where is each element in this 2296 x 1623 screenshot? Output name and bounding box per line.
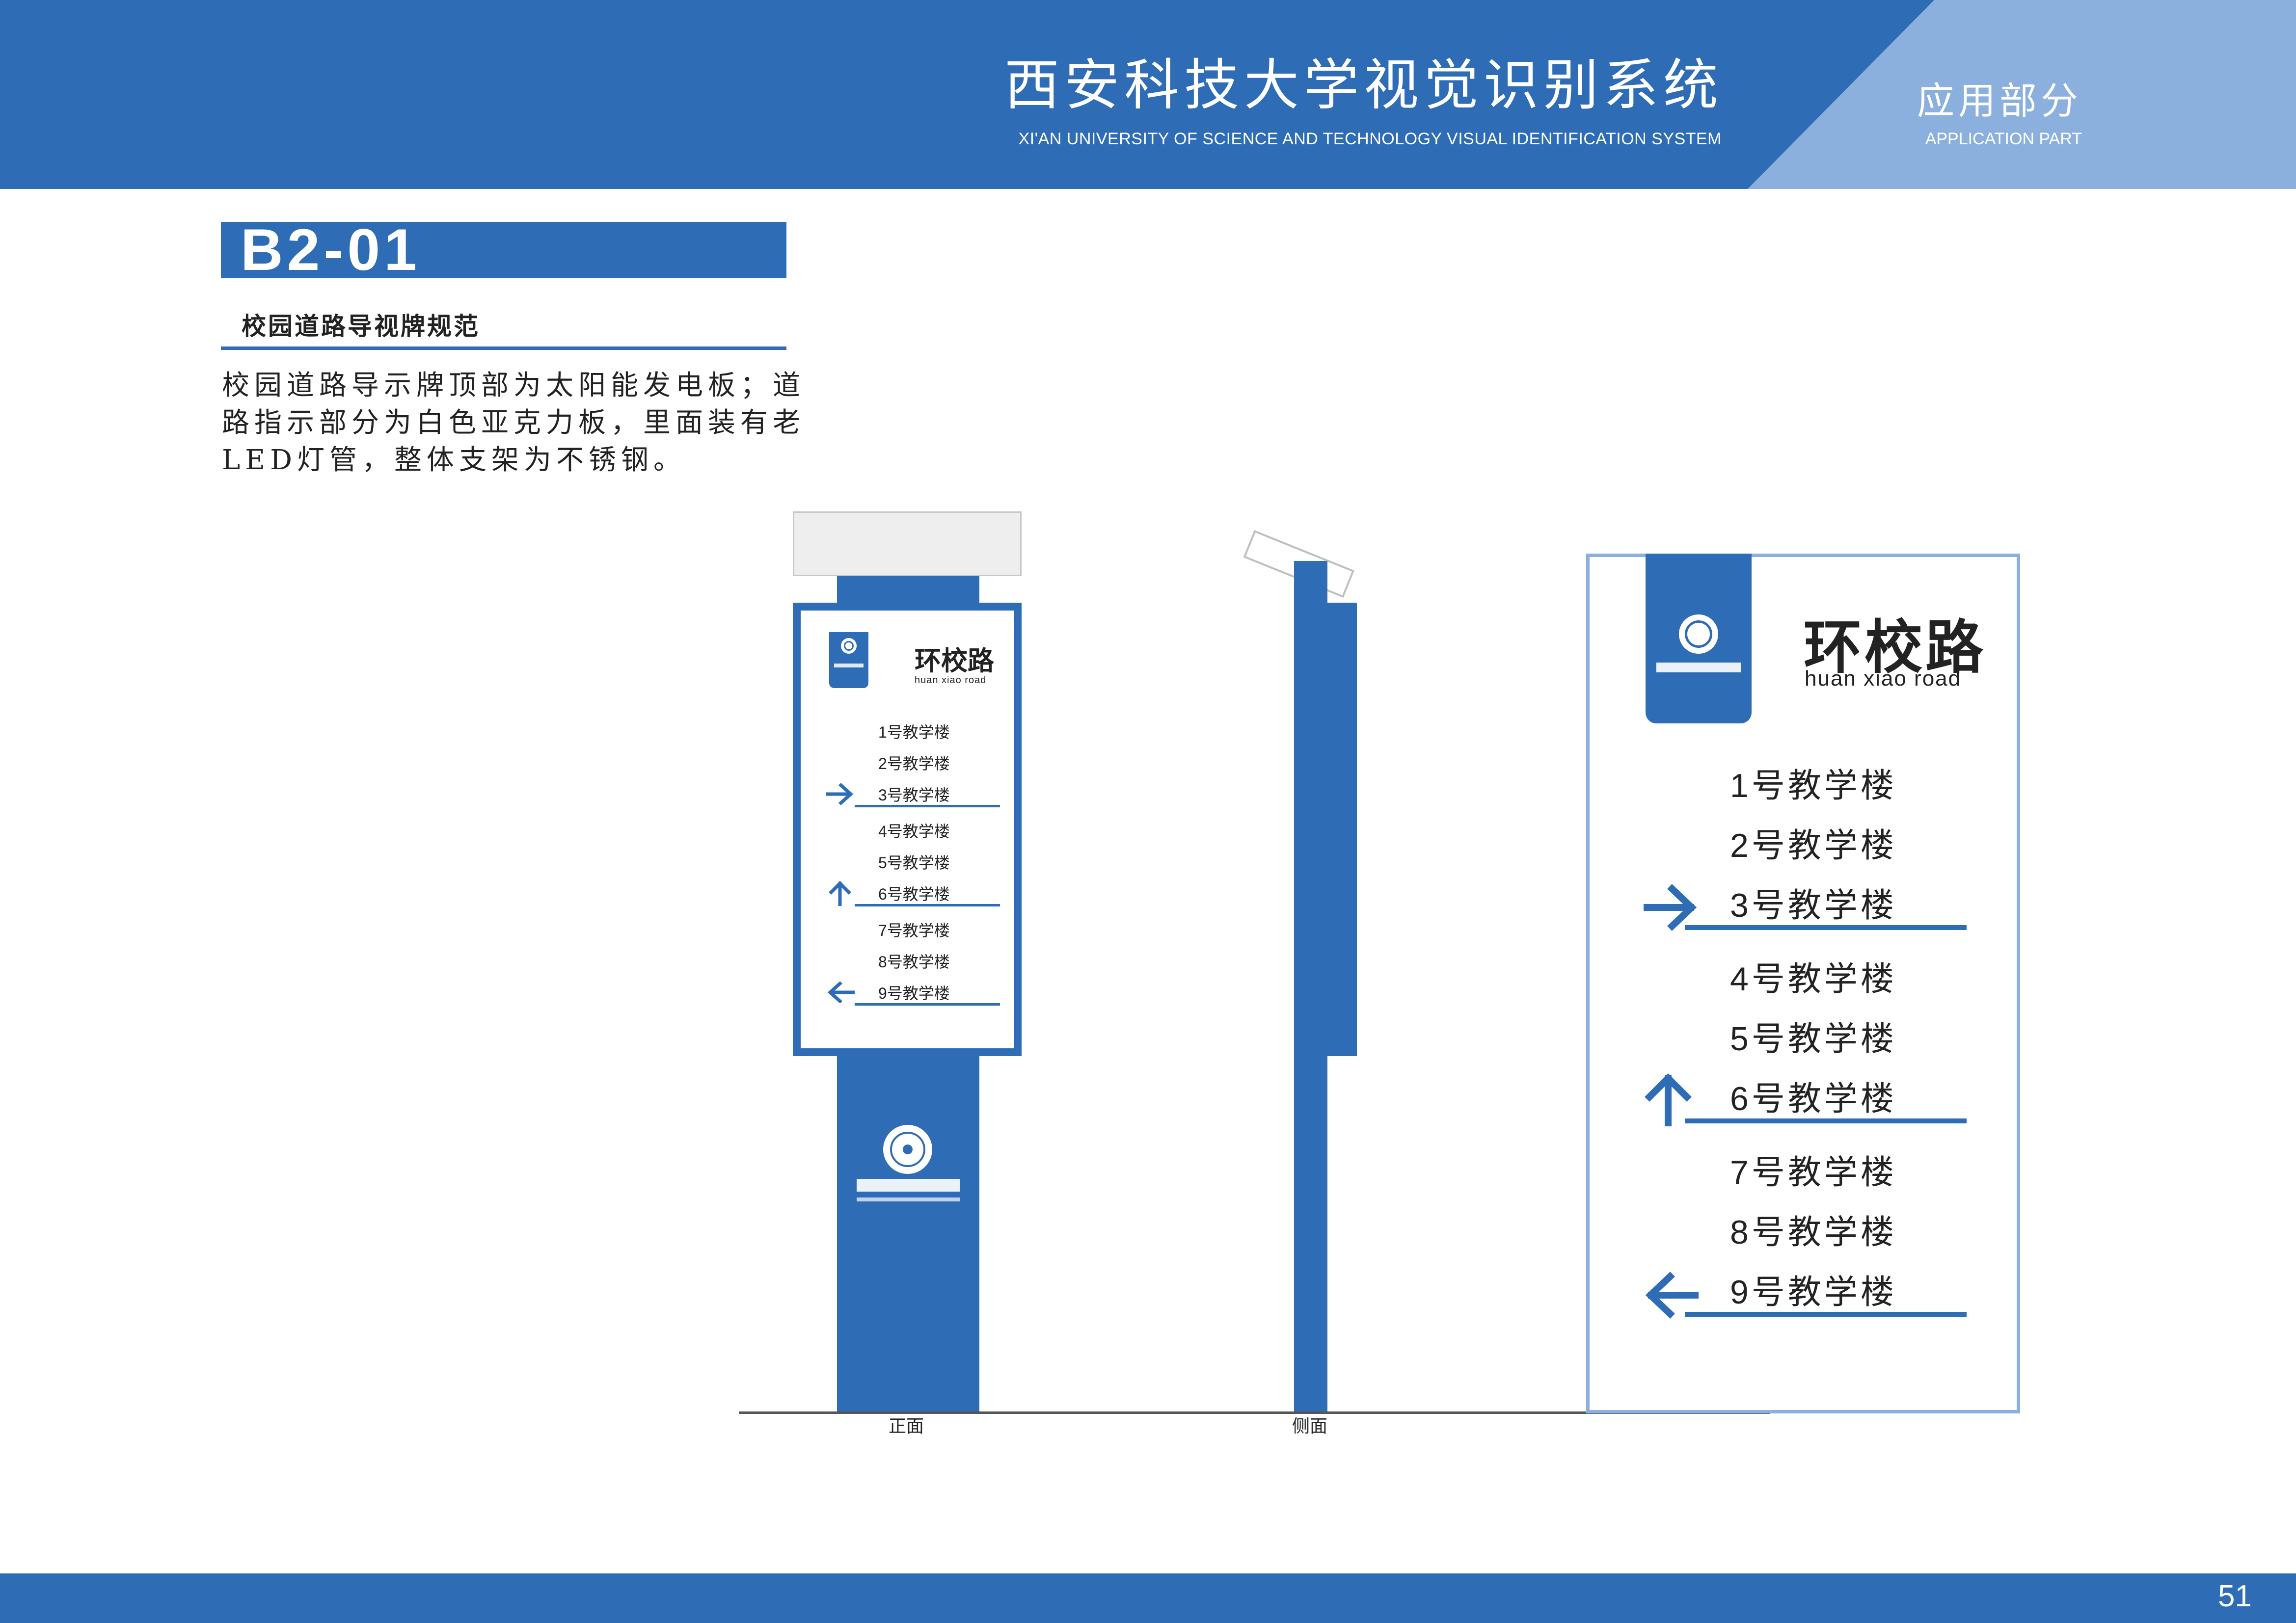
front-destination: 2号教学楼 xyxy=(878,755,950,772)
front-destination: 1号教学楼 xyxy=(878,723,950,741)
university-english-mark xyxy=(857,1197,960,1201)
front-destination: 7号教学楼 xyxy=(878,922,950,939)
arrow-right-icon xyxy=(826,783,854,805)
front-logo-tab xyxy=(829,632,868,688)
page-number: 51 xyxy=(2218,1579,2252,1613)
detail-destination: 3号教学楼 xyxy=(1730,887,1897,924)
front-road-name: 环校路 xyxy=(915,646,994,676)
front-destination: 5号教学楼 xyxy=(878,854,950,872)
sign-detail-panel: 环校路 huan xiao road 1号教学楼 2号教学楼 3号教学楼 4号教… xyxy=(1586,554,2020,1413)
detail-destination: 5号教学楼 xyxy=(1730,1020,1897,1058)
university-name-mark xyxy=(1656,663,1741,672)
detail-destination: 4号教学楼 xyxy=(1730,960,1897,998)
sign-post-top xyxy=(837,576,979,606)
front-destination: 9号教学楼 xyxy=(878,984,950,1002)
section-subtitle: APPLICATION PART xyxy=(1925,130,2082,148)
footer-bar xyxy=(0,1573,2296,1623)
front-group-rule xyxy=(855,904,1000,906)
front-road-pinyin: huan xiao road xyxy=(915,675,987,686)
detail-group-rule xyxy=(1685,1312,1967,1317)
arrow-up-icon xyxy=(1645,1073,1692,1126)
description-line: 路指示部分为白色亚克力板，里面装有老 xyxy=(222,407,805,439)
solar-panel xyxy=(793,511,1022,576)
university-emblem-icon xyxy=(1679,614,1718,654)
detail-destination: 8号教学楼 xyxy=(1730,1214,1897,1251)
university-seal-icon xyxy=(883,1125,932,1174)
arrow-right-icon xyxy=(1644,884,1697,931)
detail-group-rule xyxy=(1685,1118,1967,1123)
detail-destination: 9号教学楼 xyxy=(1730,1274,1897,1311)
side-view-label: 侧面 xyxy=(1292,1416,1328,1436)
arrow-left-icon xyxy=(827,982,855,1003)
detail-destination: 7号教学楼 xyxy=(1730,1154,1897,1191)
sign-post-base xyxy=(837,1056,979,1411)
header-title: 西安科技大学视觉识别系统 xyxy=(1004,53,1723,117)
description-line: 校园道路导示牌顶部为太阳能发电板；道 xyxy=(222,370,805,401)
arrow-left-icon xyxy=(1645,1272,1699,1319)
front-sign-panel: 环校路 huan xiao road 1号教学楼 2号教学楼 3号教学楼 4号教… xyxy=(793,603,1022,1056)
detail-road-pinyin: huan xiao road xyxy=(1805,666,1962,691)
detail-logo-tab xyxy=(1646,554,1752,723)
description-line: LED灯管，整体支架为不锈钢。 xyxy=(222,444,686,476)
front-destination: 8号教学楼 xyxy=(878,953,950,971)
detail-destination: 6号教学楼 xyxy=(1730,1080,1897,1117)
front-group-rule xyxy=(855,805,1000,807)
section-title: 应用部分 xyxy=(1917,79,2082,123)
front-destination: 3号教学楼 xyxy=(878,786,950,804)
front-view-label: 正面 xyxy=(889,1416,924,1436)
header-subtitle: XI'AN UNIVERSITY OF SCIENCE AND TECHNOLO… xyxy=(1018,130,1722,148)
front-group-rule xyxy=(855,1003,1000,1006)
university-name-mark xyxy=(834,664,864,667)
section-description: 校园道路导示牌顶部为太阳能发电板；道 路指示部分为白色亚克力板，里面装有老 LE… xyxy=(222,367,805,479)
detail-group-rule xyxy=(1685,925,1967,930)
front-destination: 4号教学楼 xyxy=(878,823,950,840)
detail-destination: 2号教学楼 xyxy=(1730,827,1897,864)
front-sign-face: 环校路 huan xiao road 1号教学楼 2号教学楼 3号教学楼 4号教… xyxy=(801,611,1014,1048)
section-code: B2-01 xyxy=(241,217,421,283)
front-destination: 6号教学楼 xyxy=(878,885,950,903)
university-name-mark xyxy=(857,1179,960,1192)
university-emblem-icon xyxy=(841,638,857,654)
section-heading: 校园道路导视牌规范 xyxy=(242,313,480,340)
side-pole xyxy=(1294,561,1327,1411)
side-sign-box xyxy=(1327,603,1357,1056)
arrow-up-icon xyxy=(829,881,851,906)
detail-destination: 1号教学楼 xyxy=(1730,767,1897,804)
heading-underline xyxy=(221,346,786,350)
